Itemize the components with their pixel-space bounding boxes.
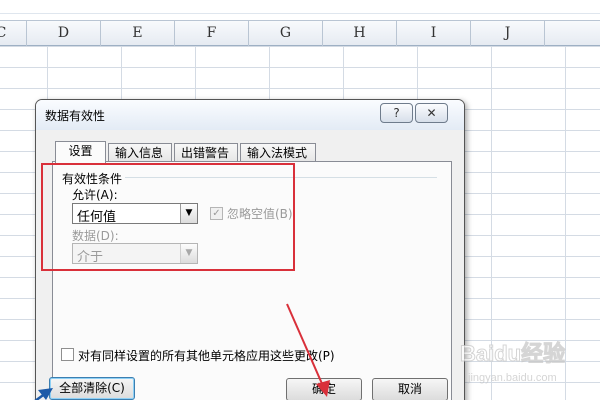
tab-settings[interactable]: 设置: [55, 141, 106, 163]
arrow-to-ok-line: [286, 303, 324, 387]
arrow-to-ok-head: [316, 380, 330, 397]
watermark-text: Baidu经验: [460, 341, 565, 366]
baidu-jingyan-watermark: Baidu经验 jingyan.baidu.com: [460, 341, 566, 385]
watermark-subtext: jingyan.baidu.com: [467, 372, 557, 384]
